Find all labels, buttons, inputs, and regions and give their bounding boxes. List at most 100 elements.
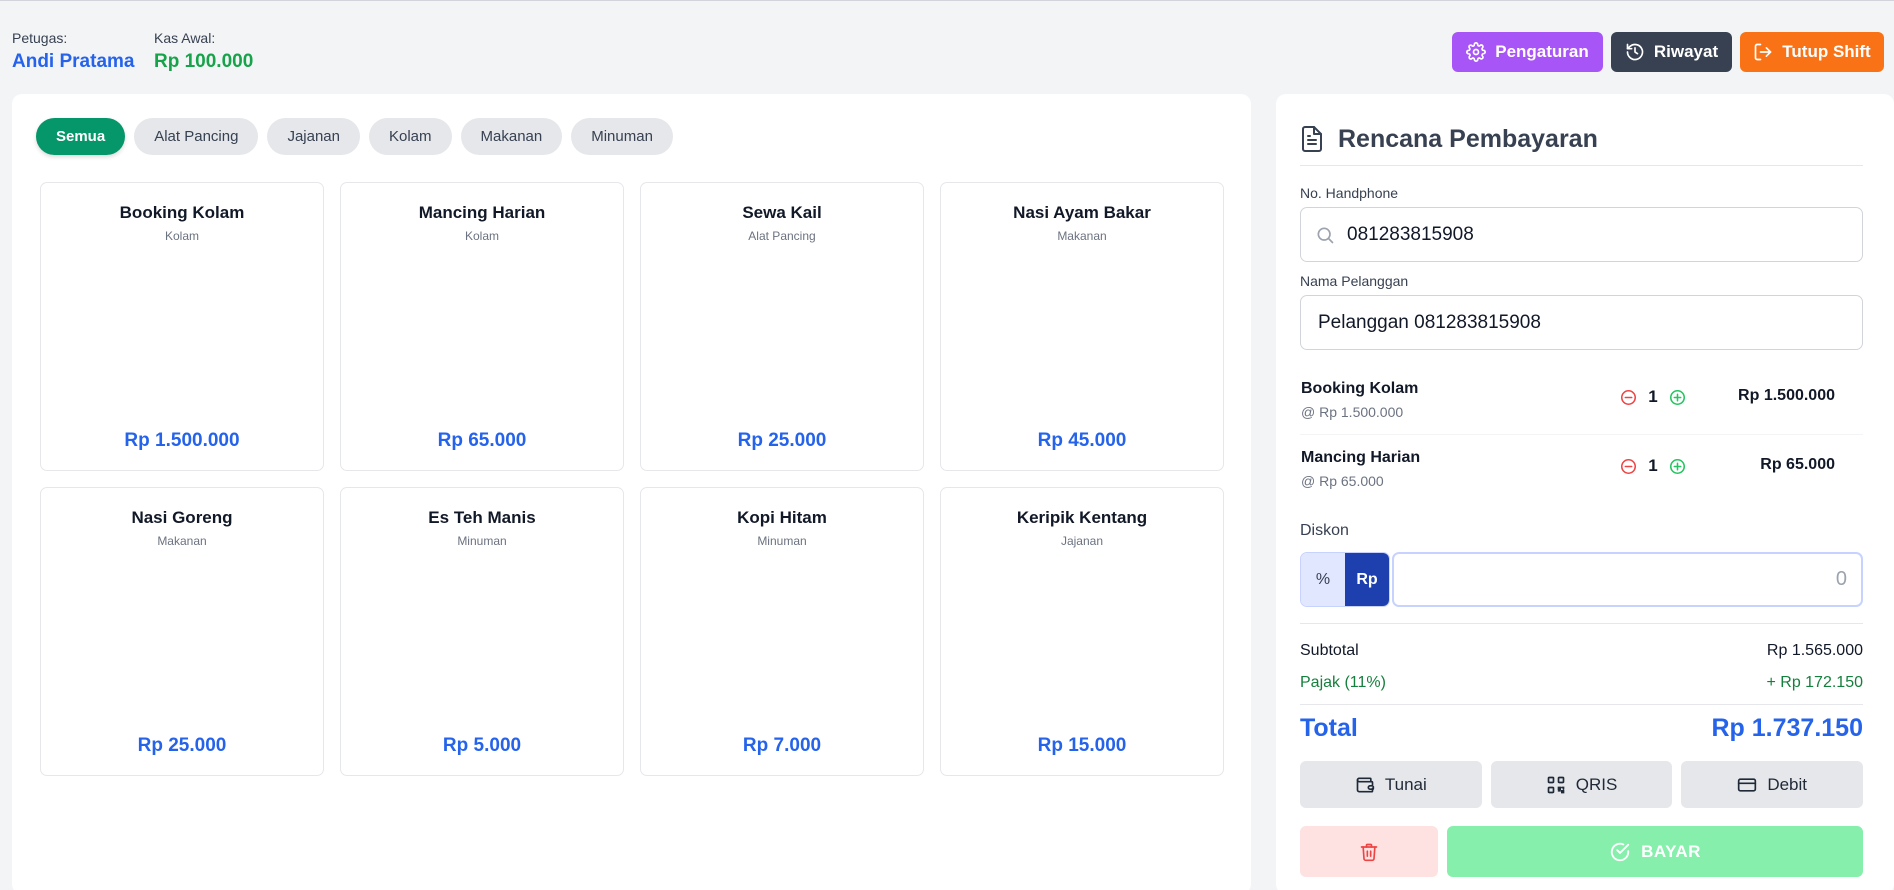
product-price: Rp 5.000	[442, 735, 522, 756]
staff-info: Petugas: Andi Pratama	[12, 30, 134, 73]
product-category: Makanan	[157, 534, 207, 548]
product-category: Minuman	[457, 534, 507, 548]
tax-label: Pajak (11%)	[1300, 674, 1386, 691]
category-pill-semua[interactable]: Semua	[36, 118, 126, 155]
plus-circle-icon[interactable]	[1669, 458, 1686, 475]
category-pill-minuman[interactable]: Minuman	[571, 118, 673, 155]
cart-item-unit-price: @ Rp 65.000	[1301, 473, 1384, 489]
qris-method-button[interactable]: QRIS	[1490, 761, 1673, 808]
divider	[1300, 165, 1863, 166]
product-card[interactable]: Sewa Kail Alat Pancing Rp 25.000	[640, 182, 924, 471]
quantity-stepper: 1	[1620, 387, 1686, 407]
cart-item-total: Rp 1.500.000	[1738, 387, 1835, 404]
check-circle-icon	[1609, 841, 1631, 863]
product-name: Kopi Hitam	[737, 508, 827, 527]
close-shift-label: Tutup Shift	[1782, 42, 1871, 61]
search-icon	[1315, 225, 1335, 245]
staff-name: Andi Pratama	[12, 51, 135, 72]
product-price: Rp 25.000	[737, 430, 827, 451]
cart-item: Booking Kolam @ Rp 1.500.000 1 Rp 1.500.…	[1300, 374, 1863, 434]
phone-value: 081283815908	[1347, 223, 1474, 245]
product-price: Rp 65.000	[437, 430, 527, 451]
phone-label: No. Handphone	[1300, 185, 1399, 201]
phone-input[interactable]: 081283815908	[1300, 207, 1863, 262]
document-icon	[1300, 125, 1324, 153]
gear-icon	[1466, 42, 1487, 62]
category-pill-makanan[interactable]: Makanan	[460, 118, 563, 155]
customer-name-value: Pelanggan 081283815908	[1318, 311, 1541, 333]
product-card[interactable]: Booking Kolam Kolam Rp 1.500.000	[40, 182, 324, 471]
close-shift-button[interactable]: Tutup Shift	[1740, 32, 1884, 72]
product-category: Kolam	[464, 229, 499, 243]
product-name: Keripik Kentang	[1016, 508, 1148, 527]
action-row: BAYAR	[1300, 826, 1863, 877]
plus-circle-icon[interactable]	[1669, 389, 1686, 406]
cash-value: Rp 100.000	[154, 51, 254, 72]
discount-percent-option[interactable]: %	[1301, 553, 1345, 606]
quantity-value: 1	[1648, 387, 1658, 406]
staff-label: Petugas:	[12, 30, 68, 46]
cash-method-button[interactable]: Tunai	[1300, 761, 1482, 808]
cart-item-name: Booking Kolam	[1301, 380, 1419, 397]
cart-item-name: Mancing Harian	[1301, 449, 1421, 466]
settings-label: Pengaturan	[1495, 42, 1589, 61]
product-card[interactable]: Nasi Goreng Makanan Rp 25.000	[40, 487, 324, 776]
divider	[1300, 434, 1863, 435]
panel-header: Rencana Pembayaran	[1300, 118, 1863, 160]
tax-row: Pajak (11%) + Rp 172.150	[1300, 674, 1863, 692]
product-category: Kolam	[164, 229, 199, 243]
qris-method-label: QRIS	[1575, 774, 1618, 794]
history-button[interactable]: Riwayat	[1611, 32, 1732, 72]
history-icon	[1625, 42, 1645, 62]
product-price: Rp 25.000	[137, 735, 227, 756]
total-row: Total Rp 1.737.150	[1300, 714, 1863, 743]
product-category: Minuman	[757, 534, 807, 548]
discount-input[interactable]: 0	[1392, 552, 1863, 607]
logout-icon	[1753, 42, 1773, 62]
divider	[1300, 704, 1863, 705]
category-pill-jajanan[interactable]: Jajanan	[267, 118, 360, 155]
customer-name-input[interactable]: Pelanggan 081283815908	[1300, 295, 1863, 350]
customer-label: Nama Pelanggan	[1300, 273, 1409, 289]
subtotal-label: Subtotal	[1300, 642, 1359, 659]
product-price: Rp 15.000	[1037, 735, 1127, 756]
debit-method-button[interactable]: Debit	[1681, 761, 1864, 808]
minus-circle-icon[interactable]	[1620, 458, 1637, 475]
cart-item-unit-price: @ Rp 1.500.000	[1301, 404, 1404, 420]
settings-button[interactable]: Pengaturan	[1452, 32, 1603, 72]
minus-circle-icon[interactable]	[1620, 389, 1637, 406]
discount-control: % Rp 0	[1300, 552, 1863, 607]
total-label: Total	[1300, 714, 1358, 742]
tax-value: + Rp 172.150	[1766, 674, 1863, 691]
product-card[interactable]: Kopi Hitam Minuman Rp 7.000	[640, 487, 924, 776]
total-value: Rp 1.737.150	[1711, 714, 1864, 742]
product-grid: Booking Kolam Kolam Rp 1.500.000 Mancing…	[40, 182, 1224, 776]
product-name: Sewa Kail	[742, 203, 822, 222]
product-card[interactable]: Mancing Harian Kolam Rp 65.000	[340, 182, 624, 471]
discount-rupiah-option[interactable]: Rp	[1345, 553, 1389, 606]
clear-cart-button[interactable]	[1300, 826, 1438, 877]
debit-method-label: Debit	[1767, 774, 1808, 794]
cash-label: Kas Awal:	[154, 30, 216, 46]
cash-method-label: Tunai	[1384, 774, 1427, 794]
product-category: Alat Pancing	[748, 229, 816, 243]
history-label: Riwayat	[1653, 42, 1719, 61]
category-pill-alat-pancing[interactable]: Alat Pancing	[134, 118, 259, 155]
product-price: Rp 1.500.000	[124, 430, 240, 451]
trash-icon	[1359, 842, 1379, 862]
divider	[1300, 623, 1863, 624]
category-pill-kolam[interactable]: Kolam	[368, 118, 452, 155]
product-card[interactable]: Keripik Kentang Jajanan Rp 15.000	[940, 487, 1224, 776]
discount-type-toggle: % Rp	[1300, 552, 1390, 607]
product-panel: Semua Alat Pancing Jajanan Kolam Makanan…	[12, 94, 1251, 890]
subtotal-value: Rp 1.565.000	[1766, 642, 1863, 659]
wallet-icon	[1355, 775, 1375, 795]
category-filter: Semua Alat Pancing Jajanan Kolam Makanan…	[36, 118, 673, 155]
product-name: Nasi Ayam Bakar	[1013, 203, 1151, 222]
pay-button[interactable]: BAYAR	[1447, 826, 1863, 877]
product-card[interactable]: Nasi Ayam Bakar Makanan Rp 45.000	[940, 182, 1224, 471]
product-name: Es Teh Manis	[428, 508, 536, 527]
product-price: Rp 45.000	[1037, 430, 1127, 451]
credit-card-icon	[1737, 775, 1757, 795]
product-card[interactable]: Es Teh Manis Minuman Rp 5.000	[340, 487, 624, 776]
